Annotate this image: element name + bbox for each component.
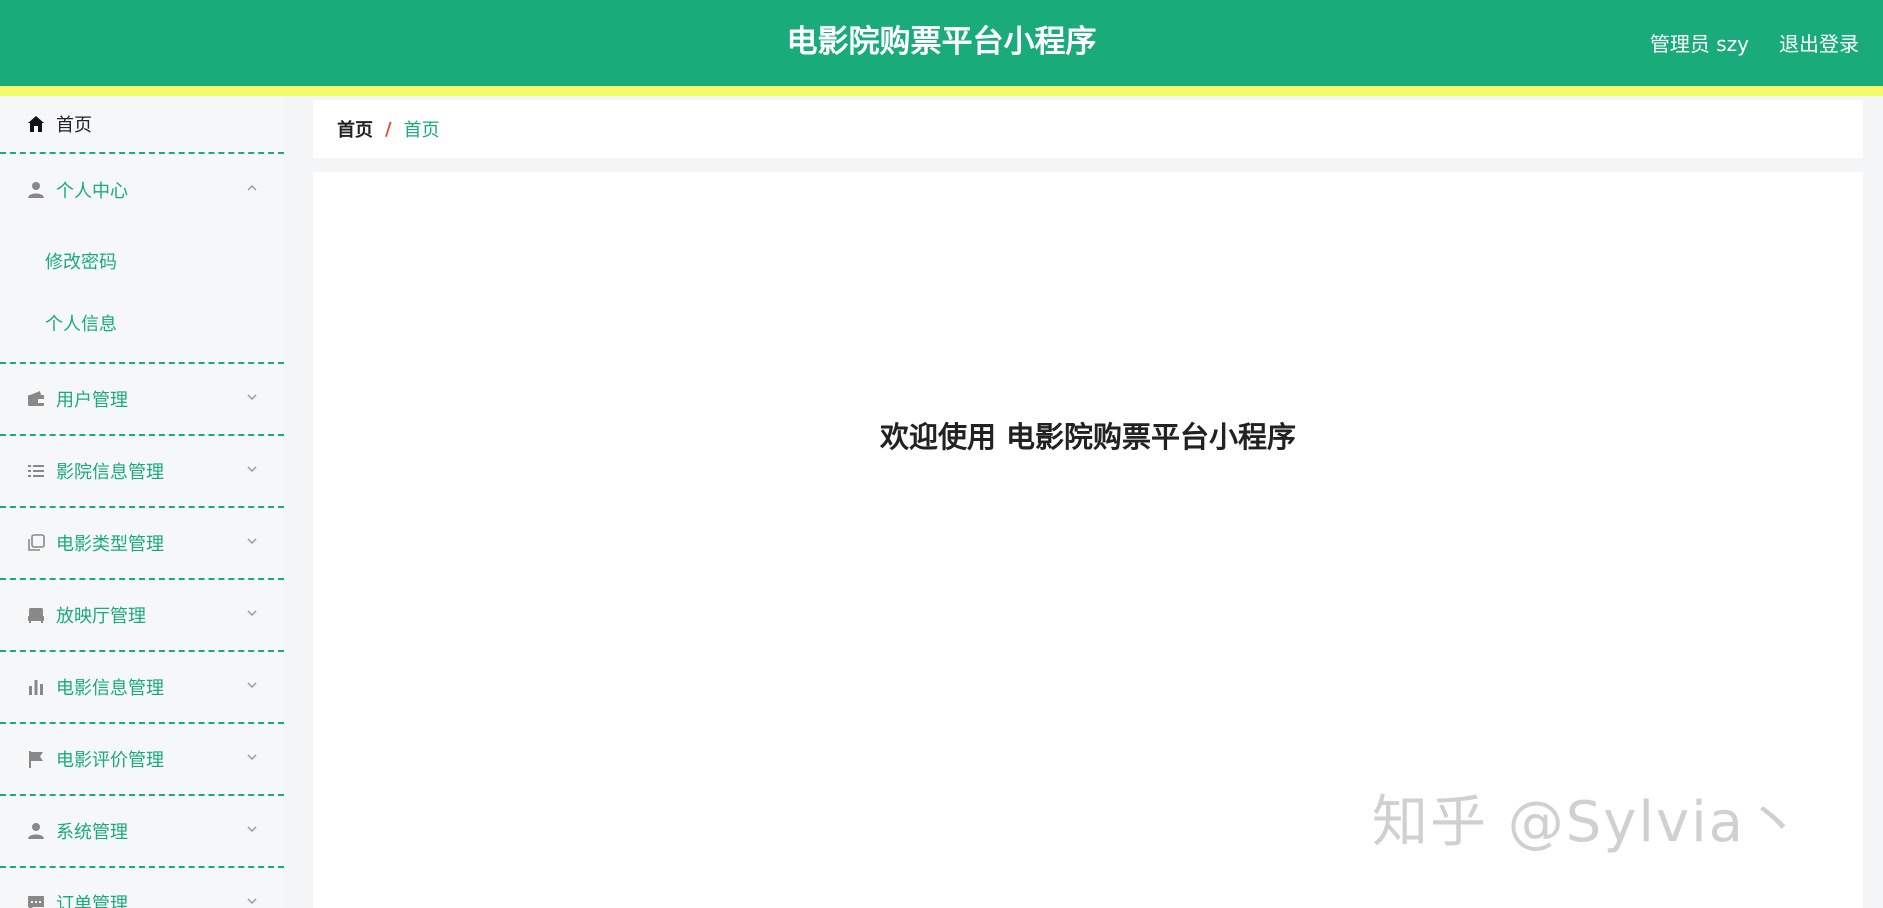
bar-chart-icon	[26, 677, 46, 697]
chevron-down-icon	[247, 610, 257, 616]
chevron-down-icon	[247, 754, 257, 760]
sidebar-item-cinema-info[interactable]: 影院信息管理	[0, 436, 284, 508]
sidebar-item-movie-reviews[interactable]: 电影评价管理	[0, 724, 284, 796]
app-title: 电影院购票平台小程序	[786, 24, 1097, 60]
sidebar-item-label: 影院信息管理	[56, 462, 164, 483]
chevron-down-icon	[247, 898, 257, 904]
user-icon	[26, 180, 46, 200]
sidebar-item-label: 放映厅管理	[56, 606, 146, 627]
chevron-down-icon	[247, 394, 257, 400]
sidebar-group-personal: 个人中心 修改密码 个人信息	[0, 154, 284, 364]
sidebar-submenu-personal: 修改密码 个人信息	[0, 226, 284, 364]
user-icon	[26, 821, 46, 841]
chevron-down-icon	[247, 682, 257, 688]
sidebar-item-halls[interactable]: 放映厅管理	[0, 580, 284, 652]
watermark-text: 知乎 @Sylvia丶	[1371, 790, 1803, 855]
sidebar-item-label: 个人中心	[56, 181, 128, 202]
sofa-icon	[26, 605, 46, 625]
sidebar-item-label: 订单管理	[56, 894, 128, 908]
breadcrumb-current: 首页	[403, 120, 440, 141]
sidebar-item-label: 电影评价管理	[56, 750, 164, 771]
sidebar-item-label: 电影信息管理	[56, 678, 164, 699]
sidebar-item-home[interactable]: 首页	[0, 96, 284, 154]
wallet-icon	[26, 389, 46, 409]
current-user-label: 管理员 szy	[1649, 31, 1749, 56]
sidebar-item-movie-types[interactable]: 电影类型管理	[0, 508, 284, 580]
header-stripe	[0, 86, 1883, 96]
chevron-down-icon	[247, 826, 257, 832]
chevron-down-icon	[247, 466, 257, 472]
breadcrumb-separator: /	[385, 118, 392, 140]
copy-icon	[26, 533, 46, 553]
submenu-item-change-password[interactable]: 修改密码	[0, 232, 284, 294]
sidebar-item-label: 首页	[56, 115, 92, 136]
chevron-up-icon	[247, 185, 257, 191]
chevron-down-icon	[247, 538, 257, 544]
breadcrumb: 首页 / 首页	[313, 100, 1863, 158]
home-icon	[26, 114, 46, 134]
sidebar-item-label: 系统管理	[56, 822, 128, 843]
sidebar-item-movie-info[interactable]: 电影信息管理	[0, 652, 284, 724]
breadcrumb-home-link[interactable]: 首页	[337, 116, 373, 142]
welcome-heading: 欢迎使用 电影院购票平台小程序	[879, 420, 1297, 454]
message-icon	[26, 893, 46, 908]
sidebar-item-users[interactable]: 用户管理	[0, 364, 284, 436]
sidebar-item-label: 电影类型管理	[56, 534, 164, 555]
header-right: 管理员 szy 退出登录	[1650, 0, 1859, 84]
submenu-item-profile[interactable]: 个人信息	[0, 294, 284, 356]
logout-button[interactable]: 退出登录	[1779, 28, 1859, 57]
sidebar-item-orders[interactable]: 订单管理	[0, 868, 284, 908]
sidebar: 首页 个人中心 修改密码 个人信息 用户管理 影院信息管理 电影类型管理 放映厅…	[0, 96, 284, 908]
sidebar-item-personal[interactable]: 个人中心	[0, 154, 284, 226]
sidebar-item-label: 用户管理	[56, 390, 128, 411]
main-content: 欢迎使用 电影院购票平台小程序 知乎 @Sylvia丶	[313, 172, 1863, 908]
flag-icon	[26, 749, 46, 769]
sidebar-item-system[interactable]: 系统管理	[0, 796, 284, 868]
list-icon	[26, 461, 46, 481]
